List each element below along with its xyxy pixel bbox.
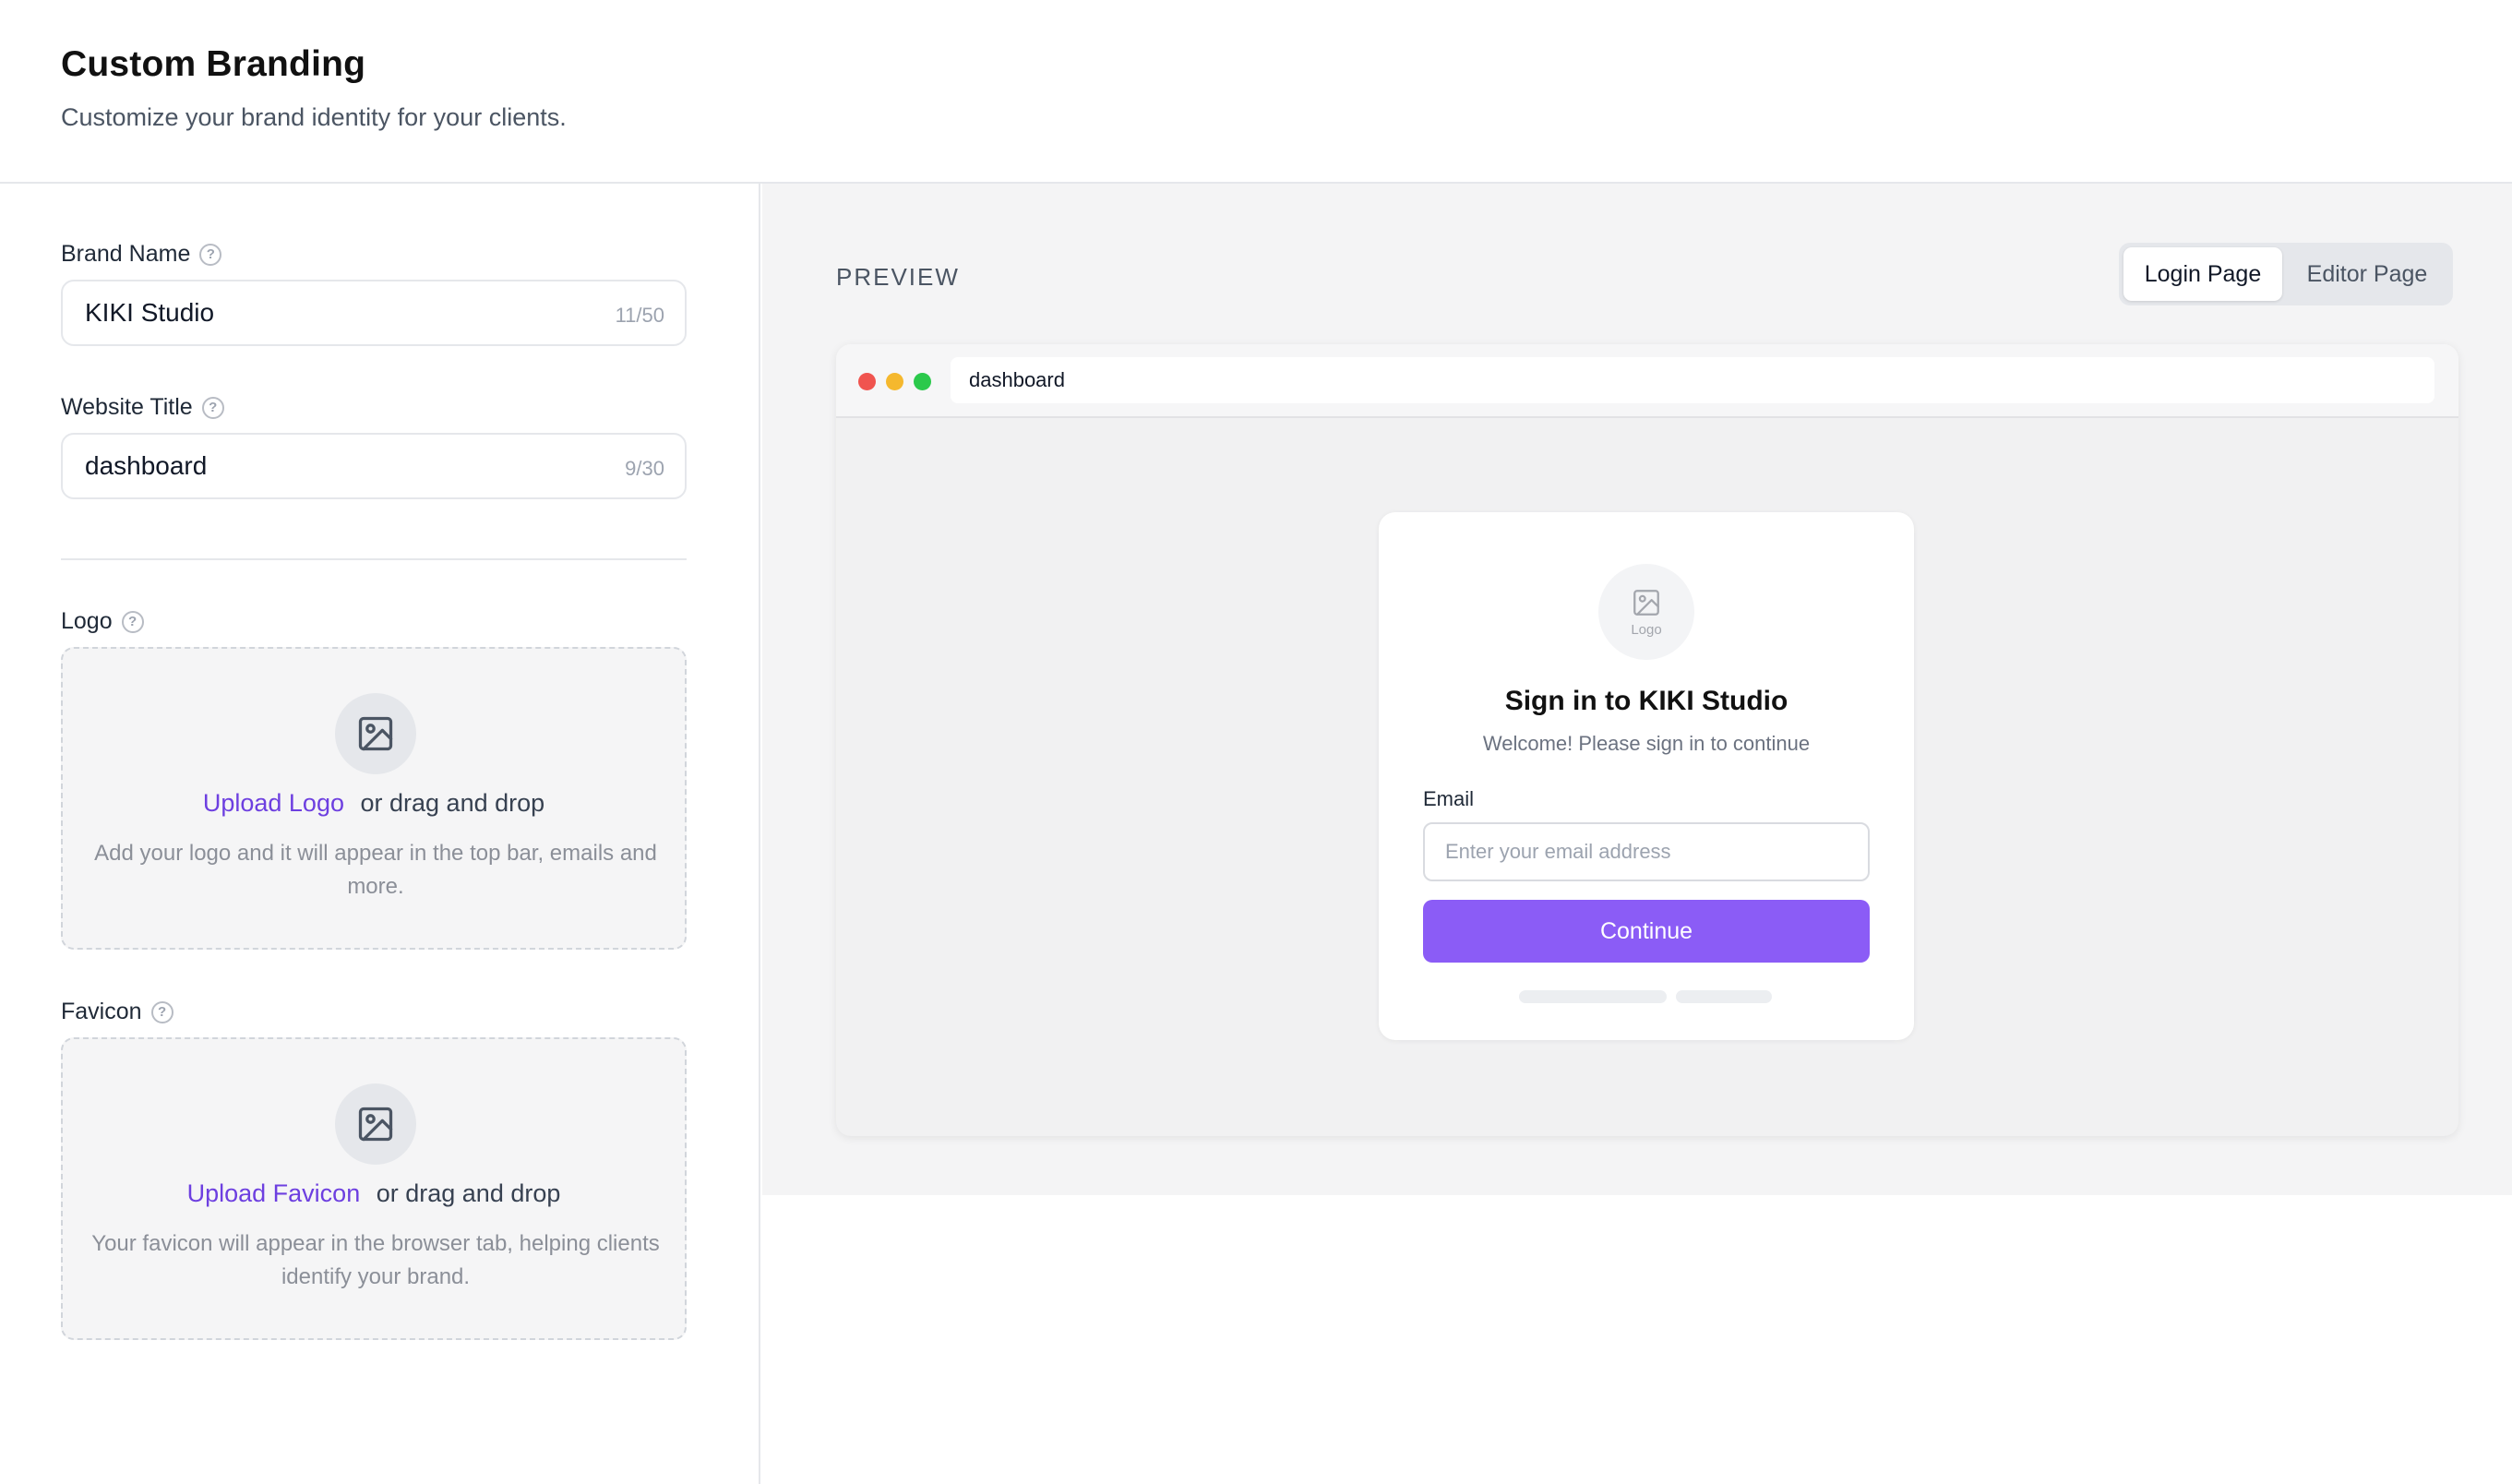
maximize-dot-icon <box>914 373 931 390</box>
upload-logo-link[interactable]: Upload Logo <box>203 789 344 817</box>
logo-help-text: Add your logo and it will appear in the … <box>94 841 657 899</box>
website-title-value[interactable]: dashboard <box>85 451 625 481</box>
logo-dropzone[interactable]: Upload Logo or drag and drop Add your lo… <box>61 647 687 950</box>
website-title-label-text: Website Title <box>61 394 193 420</box>
preview-label: PREVIEW <box>836 263 960 291</box>
close-dot-icon <box>858 373 876 390</box>
browser-address-bar: dashboard <box>951 357 2434 403</box>
brand-name-label: Brand Name ? <box>61 241 222 268</box>
favicon-drag-text: or drag and drop <box>376 1179 561 1207</box>
continue-button: Continue <box>1423 900 1870 963</box>
email-label: Email <box>1423 787 1475 810</box>
website-title-input[interactable]: dashboard 9/30 <box>61 433 687 499</box>
page-header: Custom Branding Customize your brand ide… <box>0 0 2512 184</box>
tab-login-page[interactable]: Login Page <box>2123 247 2282 301</box>
login-title: Sign in to KIKI Studio <box>1504 686 1788 716</box>
favicon-help-text: Your favicon will appear in the browser … <box>91 1231 660 1289</box>
skeleton-line <box>1519 990 1667 1003</box>
help-icon[interactable]: ? <box>199 243 222 266</box>
favicon-upload-line: Upload Favicon or drag and drop <box>63 1179 685 1208</box>
favicon-dropzone[interactable]: Upload Favicon or drag and drop Your fav… <box>61 1037 687 1340</box>
favicon-label: Favicon ? <box>61 999 173 1025</box>
page-title: Custom Branding <box>61 44 366 84</box>
help-icon[interactable]: ? <box>150 1000 173 1023</box>
page-subtitle: Customize your brand identity for your c… <box>61 103 567 131</box>
brand-name-value[interactable]: KIKI Studio <box>85 298 616 328</box>
preview-panel: PREVIEW Login Page Editor Page dashboard… <box>762 184 2512 1195</box>
login-subtitle: Welcome! Please sign in to continue <box>1482 732 1811 755</box>
logo-label: Logo ? <box>61 608 144 635</box>
email-field: Enter your email address <box>1423 822 1870 881</box>
brand-name-input[interactable]: KIKI Studio 11/50 <box>61 280 687 346</box>
minimize-dot-icon <box>886 373 903 390</box>
favicon-label-text: Favicon <box>61 999 142 1024</box>
settings-panel: Brand Name ? KIKI Studio 11/50 Website T… <box>0 184 760 1484</box>
logo-placeholder-text: Logo <box>1631 621 1662 638</box>
logo-placeholder: Logo <box>1598 564 1694 660</box>
image-icon <box>335 693 416 774</box>
brand-name-label-text: Brand Name <box>61 241 191 267</box>
logo-drag-text: or drag and drop <box>360 789 545 817</box>
login-card: Logo Sign in to KIKI Studio Welcome! Ple… <box>1379 512 1914 1040</box>
website-title-label: Website Title ? <box>61 394 224 421</box>
logo-label-text: Logo <box>61 608 113 634</box>
browser-toolbar: dashboard <box>836 344 2458 418</box>
logo-upload-line: Upload Logo or drag and drop <box>63 789 685 818</box>
preview-toggle: Login Page Editor Page <box>2119 243 2453 305</box>
website-title-counter: 9/30 <box>625 457 664 480</box>
tab-editor-page[interactable]: Editor Page <box>2285 247 2449 301</box>
upload-favicon-link[interactable]: Upload Favicon <box>187 1179 361 1207</box>
brand-name-counter: 11/50 <box>615 304 664 327</box>
image-icon <box>335 1083 416 1165</box>
image-icon <box>1633 589 1659 616</box>
browser-mockup: dashboard Logo Sign in to KIKI Studio We… <box>836 344 2458 1136</box>
skeleton-line <box>1676 990 1772 1003</box>
section-divider <box>61 558 687 560</box>
help-icon[interactable]: ? <box>201 396 224 419</box>
help-icon[interactable]: ? <box>121 610 144 633</box>
